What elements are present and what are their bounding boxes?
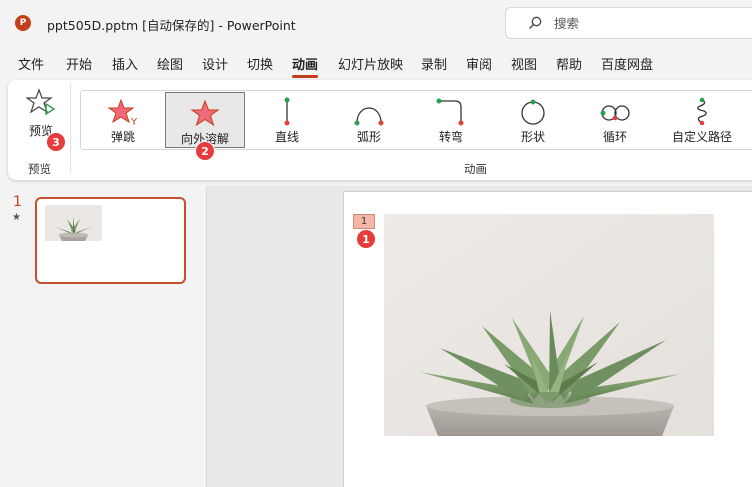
tab-file[interactable]: 文件 [18, 54, 44, 73]
step-badge-3: 3 [46, 132, 66, 152]
tab-animations[interactable]: 动画 [292, 54, 319, 78]
tab-baidu-netdisk[interactable]: 百度网盘 [601, 54, 653, 73]
step-badge-2: 2 [195, 141, 215, 161]
search-box[interactable] [505, 7, 752, 39]
title-bar: P ppt505D.pptm [自动保存的] - PowerPoint [0, 0, 752, 46]
group-label-preview: 预览 [28, 162, 51, 176]
ribbon: 预览 ⌄ 预览 Y 弹跳 向外溶解 直线 [8, 80, 752, 180]
animation-dissolve-out[interactable]: 向外溶解 [165, 92, 245, 148]
animation-shape-path[interactable]: 形状 [493, 91, 573, 149]
arc-path-icon [354, 107, 384, 126]
animation-bounce[interactable]: Y 弹跳 [83, 91, 163, 149]
group-divider [70, 84, 71, 172]
tab-transitions[interactable]: 切换 [247, 54, 273, 73]
loop-path-icon [600, 105, 630, 121]
animation-turn-path[interactable]: 转弯 [411, 91, 491, 149]
animation-label: 转弯 [438, 130, 463, 144]
tab-slideshow[interactable]: 幻灯片放映 [338, 54, 403, 73]
animation-star-icon: ★ [12, 212, 21, 223]
succulent-image[interactable] [384, 214, 714, 436]
search-input[interactable] [554, 14, 744, 32]
tab-design[interactable]: 设计 [202, 54, 228, 73]
tab-draw[interactable]: 绘图 [157, 54, 183, 73]
animation-label: 弧形 [356, 130, 381, 144]
animation-arc-path[interactable]: 弧形 [329, 91, 409, 149]
step-badge-1: 1 [356, 229, 376, 249]
preview-star-icon [26, 88, 56, 116]
animation-label: 自定义路径 [671, 130, 732, 144]
tab-view[interactable]: 视图 [511, 54, 537, 73]
shape-path-icon [521, 99, 545, 125]
powerpoint-logo-icon: P [15, 15, 31, 31]
slide-thumbnail[interactable] [35, 197, 186, 284]
animation-label: 形状 [520, 130, 545, 144]
bounce-star-icon: Y [107, 98, 138, 127]
animation-custom-path[interactable]: 自定义路径 [657, 91, 747, 149]
tab-home[interactable]: 开始 [66, 54, 92, 73]
animation-loop-path[interactable]: 循环 [575, 91, 655, 149]
animation-line-path[interactable]: 直线 [247, 91, 327, 149]
animation-label: 直线 [274, 130, 299, 144]
turn-path-icon [436, 98, 464, 126]
slide-thumbnail-pane: 1 ★ [0, 186, 206, 487]
tab-record[interactable]: 录制 [421, 54, 447, 73]
group-label-animation: 动画 [464, 162, 487, 176]
search-icon [529, 16, 542, 29]
tab-help[interactable]: 帮助 [556, 54, 582, 73]
custom-path-icon [697, 97, 707, 126]
dissolve-star-icon [190, 99, 220, 127]
slide-number: 1 [13, 194, 22, 210]
animation-label: 弹跳 [110, 130, 135, 144]
document-title: ppt505D.pptm [自动保存的] - PowerPoint [47, 18, 296, 33]
svg-text:Y: Y [130, 117, 138, 127]
succulent-thumbnail-image [45, 205, 102, 241]
tab-insert[interactable]: 插入 [112, 54, 138, 73]
tab-review[interactable]: 审阅 [466, 54, 492, 73]
animation-label: 循环 [602, 130, 627, 144]
ribbon-tabs: 文件 开始 插入 绘图 设计 切换 动画 幻灯片放映 录制 审阅 视图 帮助 百… [0, 50, 752, 78]
animation-order-tag[interactable]: 1 [353, 214, 375, 229]
animation-gallery: Y 弹跳 向外溶解 直线 弧形 转弯 形状 循环 自定义路径 [80, 90, 752, 150]
line-path-icon [284, 97, 290, 126]
